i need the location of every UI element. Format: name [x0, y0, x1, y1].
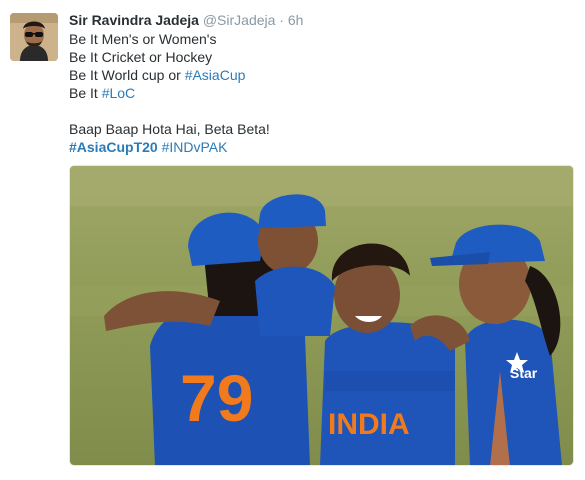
tweet-timestamp[interactable]: 6h: [288, 12, 304, 28]
tweet: Sir Ravindra Jadeja @SirJadeja · 6h Be I…: [0, 0, 585, 480]
author-name[interactable]: Sir Ravindra Jadeja: [69, 12, 199, 28]
tweet-line: Be It Men's or Women's: [69, 31, 217, 47]
hashtag-link-loc[interactable]: #LoC: [102, 85, 135, 101]
tweet-line: Be It Cricket or Hockey: [69, 49, 213, 65]
avatar-image: [10, 13, 58, 61]
tweet-hashtags: #AsiaCupT20 #INDvPAK: [69, 138, 569, 156]
header-separator: ·: [279, 12, 284, 28]
tweet-text: Be It Men's or Women's Be It Cricket or …: [69, 30, 569, 156]
tweet-photo[interactable]: Star INDIA 79: [69, 165, 574, 466]
photo-players-celebrating: Star INDIA 79: [70, 166, 573, 465]
avatar[interactable]: [10, 13, 58, 61]
jersey-text: INDIA: [328, 408, 410, 441]
tweet-line: Be It World cup or #AsiaCup: [69, 66, 569, 84]
hashtag-link-indvpak[interactable]: #INDvPAK: [162, 139, 228, 155]
hashtag-link-asiacup[interactable]: #AsiaCup: [185, 67, 246, 83]
player-center-jersey: [320, 322, 455, 465]
jersey-number: 79: [180, 361, 253, 435]
tweet-line: Baap Baap Hota Hai, Beta Beta!: [69, 121, 270, 137]
author-handle[interactable]: @SirJadeja: [203, 12, 276, 28]
line-spacer: [69, 102, 569, 120]
tweet-line-text: Be It: [69, 85, 102, 101]
tweet-line-text: Be It World cup or: [69, 67, 185, 83]
hashtag-link-asiacupt20[interactable]: #AsiaCupT20: [69, 139, 158, 155]
tweet-header: Sir Ravindra Jadeja @SirJadeja · 6h: [69, 11, 303, 29]
tweet-line: Be It #LoC: [69, 84, 569, 102]
